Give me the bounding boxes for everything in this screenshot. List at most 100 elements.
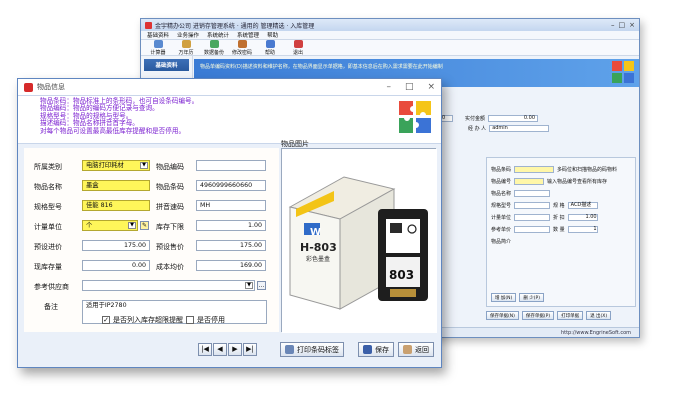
prev-record-button[interactable]: ◀	[213, 343, 227, 356]
handler-field[interactable]: admin	[489, 125, 550, 132]
spec-label: 规格型号	[34, 203, 62, 211]
maximize-icon[interactable]: □	[619, 21, 626, 29]
record-nav: |◀ ◀ ▶ ▶|	[198, 343, 257, 356]
paid-amount-field[interactable]: 0.00	[488, 115, 539, 122]
help-button[interactable]: 帮助	[259, 39, 281, 56]
first-record-button[interactable]: |◀	[198, 343, 212, 356]
bg-toolbar: 计算器 万年历 数据备份 修改密码 帮助 退出	[141, 39, 639, 56]
avg-cost-field[interactable]: 169.00	[196, 260, 266, 271]
save-button[interactable]: 保存	[358, 342, 394, 357]
bg-add-button[interactable]: 增 加(N)	[491, 293, 517, 302]
unit-select[interactable]: 个 ▼	[82, 220, 138, 231]
supplier-select[interactable]: ▼	[82, 280, 255, 291]
minimize-icon[interactable]: –	[386, 82, 391, 92]
stock-min-field[interactable]: 1.00	[196, 220, 266, 231]
menu-item[interactable]: 系统统计	[207, 31, 229, 39]
item-code-field[interactable]	[196, 160, 266, 171]
bg-row-paid: 0.00 实付金额 0.00	[431, 115, 539, 122]
backup-button[interactable]: 数据备份	[203, 39, 225, 56]
supplier-label: 参考供应商	[34, 283, 69, 291]
stock-now-label: 现库存量	[34, 263, 62, 271]
close-icon[interactable]: ×	[427, 82, 435, 92]
item-name-field[interactable]: 墨盒	[82, 180, 150, 191]
chevron-down-icon[interactable]: ▼	[140, 162, 148, 169]
chevron-down-icon[interactable]: ▼	[128, 222, 136, 229]
password-button[interactable]: 修改密码	[231, 39, 253, 56]
dialog-titlebar: 物品信息 – □ ×	[18, 79, 441, 96]
item-info-dialog: 物品信息 – □ × 物品条码：物品标准上的条形码，也可自设条码编号。 物品编码…	[17, 78, 442, 368]
bg-titlebar: 金宇精办公司 进销存管理系统 · 通用的 管理精选 · 入库管理 – □ ×	[141, 19, 639, 31]
nav-header[interactable]: 基础资料	[144, 59, 189, 71]
category-select[interactable]: 电脑打印耗材 ▼	[82, 160, 150, 171]
bg-save2-button[interactable]: 保存单据(P)	[521, 311, 555, 320]
bg-exit-button[interactable]: 退 出(X)	[586, 311, 612, 320]
calculator-icon	[153, 39, 163, 48]
unit-label: 计量单位	[34, 223, 62, 231]
back-icon	[403, 345, 412, 354]
checkbox-checked-icon[interactable]: ✓	[102, 316, 110, 324]
bg-row-handler: 经 办 人 admin	[468, 125, 550, 132]
help-icon	[265, 39, 275, 48]
pre-buy-label: 预设进价	[34, 243, 62, 251]
puzzle-icon	[612, 61, 634, 83]
key-icon	[237, 39, 247, 48]
pre-sell-label: 预设售价	[156, 243, 184, 251]
checkbox-unchecked-icon[interactable]	[186, 316, 194, 324]
unit-edit-icon[interactable]: ✎	[140, 221, 149, 230]
pre-buy-field[interactable]: 175.00	[82, 240, 150, 251]
minimize-icon[interactable]: –	[611, 21, 615, 29]
bg-spec-field[interactable]	[514, 202, 551, 209]
barcode-label: 物品条码	[156, 183, 184, 191]
back-button[interactable]: 返回	[398, 342, 434, 357]
stock-now-field[interactable]: 0.00	[82, 260, 150, 271]
help-line: 对每个物品可设置最高最低库存提醒和是否停用。	[40, 126, 186, 135]
app-icon	[145, 21, 152, 29]
dialog-help-header: 物品条码：物品标准上的条形码，也可自设条码编号。 物品编码：物品的编码方便记录与…	[18, 96, 441, 144]
menu-item[interactable]: 业务操作	[177, 31, 199, 39]
bg-remove-button[interactable]: 删 少(P)	[519, 293, 544, 302]
box-subtitle-text: 彩色墨盒	[306, 255, 330, 263]
stock-min-label: 库存下限	[156, 223, 184, 231]
maximize-icon[interactable]: □	[405, 82, 414, 92]
supplier-more-button[interactable]: …	[257, 281, 266, 290]
barcode-field[interactable]: 4960999660660	[196, 180, 266, 191]
item-image[interactable]: H-803 彩色墨盒 W 803	[281, 148, 437, 333]
bg-name-field[interactable]	[514, 190, 551, 197]
backup-icon	[209, 39, 219, 48]
menu-item[interactable]: 基础资料	[147, 31, 169, 39]
dialog-title: 物品信息	[37, 83, 65, 91]
bg-price-field[interactable]	[514, 226, 551, 233]
bg-save-button[interactable]: 保存单据(N)	[486, 311, 519, 320]
printer-icon	[285, 345, 294, 354]
remark-label: 备注	[44, 303, 58, 311]
calculator-button[interactable]: 计算器	[147, 39, 169, 56]
exit-icon	[293, 39, 303, 48]
app-icon	[24, 82, 33, 92]
bg-barcode-field[interactable]	[514, 166, 555, 173]
disabled-checkbox[interactable]: 是否停用	[186, 315, 225, 325]
bg-print-button[interactable]: 打印单据	[557, 311, 584, 320]
pre-sell-field[interactable]: 175.00	[196, 240, 266, 251]
last-record-button[interactable]: ▶|	[243, 343, 257, 356]
bg-code-field[interactable]	[514, 178, 545, 185]
exit-button[interactable]: 退出	[287, 39, 309, 56]
spec-field[interactable]: 佳能 816	[82, 200, 150, 211]
category-label: 所属类别	[34, 163, 62, 171]
pinyin-field[interactable]: MH	[196, 200, 266, 211]
print-barcode-button[interactable]: 打印条码标签	[280, 342, 344, 357]
next-record-button[interactable]: ▶	[228, 343, 242, 356]
bg-unit-field[interactable]	[514, 214, 551, 221]
floppy-icon	[363, 345, 372, 354]
item-form: 所属类别 电脑打印耗材 ▼ 物品编码 物品名称 墨盒 物品条码 49609996…	[24, 148, 279, 332]
chevron-down-icon[interactable]: ▼	[245, 282, 253, 289]
menu-item[interactable]: 帮助	[267, 31, 278, 39]
close-icon[interactable]: ×	[629, 21, 635, 29]
item-name-label: 物品名称	[34, 183, 62, 191]
item-code-label: 物品编码	[156, 163, 184, 171]
stock-alert-checkbox[interactable]: ✓ 是否列入库存超限提醒	[102, 315, 183, 325]
status-url: http://www.EngrineSoft.com	[560, 329, 631, 336]
calendar-button[interactable]: 万年历	[175, 39, 197, 56]
calendar-icon	[181, 39, 191, 48]
menu-item[interactable]: 系统管理	[237, 31, 259, 39]
avg-cost-label: 成本均价	[156, 263, 184, 271]
